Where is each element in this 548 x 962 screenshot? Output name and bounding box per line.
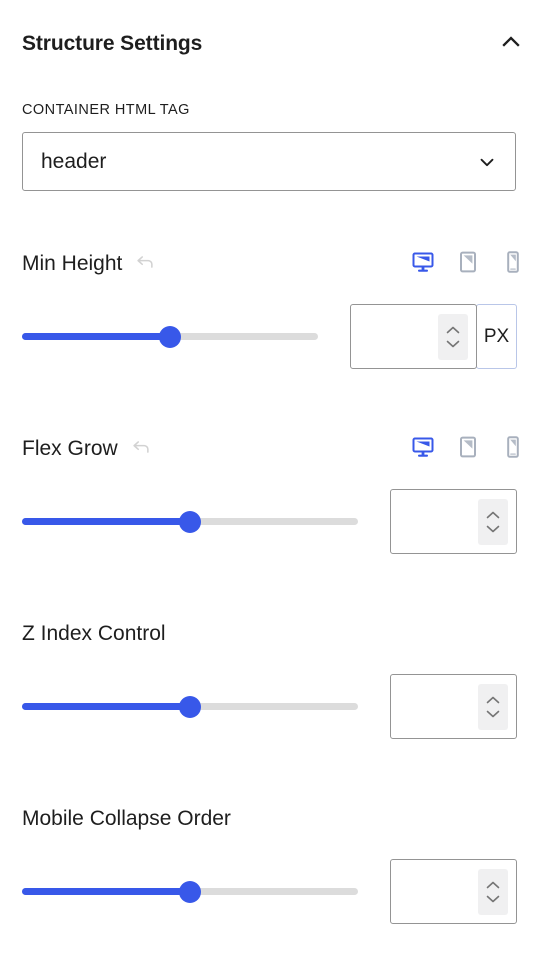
slider-fill (22, 333, 170, 340)
slider-thumb[interactable] (159, 325, 181, 348)
mobile-collapse-order-stepper[interactable] (478, 868, 508, 915)
device-tablet-button[interactable] (455, 250, 481, 276)
tablet-icon (456, 435, 480, 462)
control-flex-grow: Flex Grow (0, 431, 548, 554)
panel-header: Structure Settings (0, 0, 548, 62)
z-index-input[interactable] (390, 674, 517, 739)
stepper-down-chevron-icon[interactable] (444, 338, 462, 349)
min-height-device-switch (410, 250, 526, 276)
slider-thumb[interactable] (179, 695, 201, 718)
container-html-tag-select[interactable]: header (22, 132, 516, 191)
slider-fill (22, 703, 190, 710)
stepper-down-chevron-icon[interactable] (484, 523, 502, 534)
min-height-reset-button[interactable] (132, 250, 158, 276)
slider-fill (22, 518, 190, 525)
z-index-label-group: Z Index Control (22, 623, 166, 644)
slider-fill (22, 888, 190, 895)
min-height-stepper[interactable] (438, 313, 468, 360)
control-z-index: Z Index Control (0, 616, 548, 739)
chevron-up-icon (499, 30, 523, 57)
undo-arrow-icon (130, 436, 152, 461)
z-index-label: Z Index Control (22, 621, 166, 645)
min-height-unit-button[interactable]: PX (476, 304, 517, 369)
z-index-body (22, 674, 526, 739)
z-index-number-group (390, 674, 517, 739)
stepper-down-chevron-icon[interactable] (484, 893, 502, 904)
mobile-collapse-order-label: Mobile Collapse Order (22, 806, 231, 830)
flex-grow-number-group (390, 489, 517, 554)
flex-grow-label: Flex Grow (22, 436, 118, 460)
flex-grow-stepper[interactable] (478, 498, 508, 545)
slider-thumb[interactable] (179, 880, 201, 903)
mobile-collapse-order-body (22, 859, 526, 924)
container-html-tag-field: CONTAINER HTML TAG header (0, 102, 548, 191)
stepper-up-chevron-icon[interactable] (484, 879, 502, 890)
min-height-body: PX (22, 304, 526, 369)
mobile-collapse-order-header: Mobile Collapse Order (22, 801, 526, 835)
device-desktop-button[interactable] (410, 435, 436, 461)
mobile-collapse-order-input[interactable] (390, 859, 517, 924)
min-height-header: Min Height (22, 246, 526, 280)
device-mobile-button[interactable] (500, 250, 526, 276)
min-height-label: Min Height (22, 251, 123, 275)
page-title: Structure Settings (22, 31, 203, 55)
collapse-panel-button[interactable] (496, 28, 526, 58)
device-tablet-button[interactable] (455, 435, 481, 461)
z-index-slider[interactable] (22, 695, 358, 718)
stepper-down-chevron-icon[interactable] (484, 708, 502, 719)
z-index-stepper[interactable] (478, 683, 508, 730)
flex-grow-input[interactable] (390, 489, 517, 554)
container-html-tag-label: CONTAINER HTML TAG (22, 102, 190, 118)
min-height-slider[interactable] (22, 325, 318, 348)
device-desktop-button[interactable] (410, 250, 436, 276)
control-mobile-collapse-order: Mobile Collapse Order (0, 801, 548, 924)
flex-grow-header: Flex Grow (22, 431, 526, 465)
flex-grow-body (22, 489, 526, 554)
flex-grow-reset-button[interactable] (128, 435, 154, 461)
mobile-collapse-order-slider[interactable] (22, 880, 358, 903)
min-height-input[interactable] (350, 304, 477, 369)
flex-grow-slider[interactable] (22, 510, 358, 533)
flex-grow-label-group: Flex Grow (22, 435, 154, 461)
slider-thumb[interactable] (179, 510, 201, 533)
container-html-tag-select-wrap: header (22, 132, 516, 191)
control-min-height: Min Height PX (0, 246, 548, 369)
min-height-label-group: Min Height (22, 250, 158, 276)
min-height-number-group: PX (350, 304, 517, 369)
structure-settings-panel: Structure Settings CONTAINER HTML TAG he… (0, 0, 548, 962)
mobile-icon (501, 250, 525, 277)
desktop-icon (411, 435, 435, 462)
undo-arrow-icon (134, 251, 156, 276)
mobile-icon (501, 435, 525, 462)
z-index-header: Z Index Control (22, 616, 526, 650)
mobile-collapse-order-number-group (390, 859, 517, 924)
stepper-up-chevron-icon[interactable] (484, 509, 502, 520)
stepper-up-chevron-icon[interactable] (444, 324, 462, 335)
device-mobile-button[interactable] (500, 435, 526, 461)
tablet-icon (456, 250, 480, 277)
flex-grow-device-switch (410, 435, 526, 461)
mobile-collapse-order-label-group: Mobile Collapse Order (22, 808, 231, 829)
desktop-icon (411, 250, 435, 277)
stepper-up-chevron-icon[interactable] (484, 694, 502, 705)
